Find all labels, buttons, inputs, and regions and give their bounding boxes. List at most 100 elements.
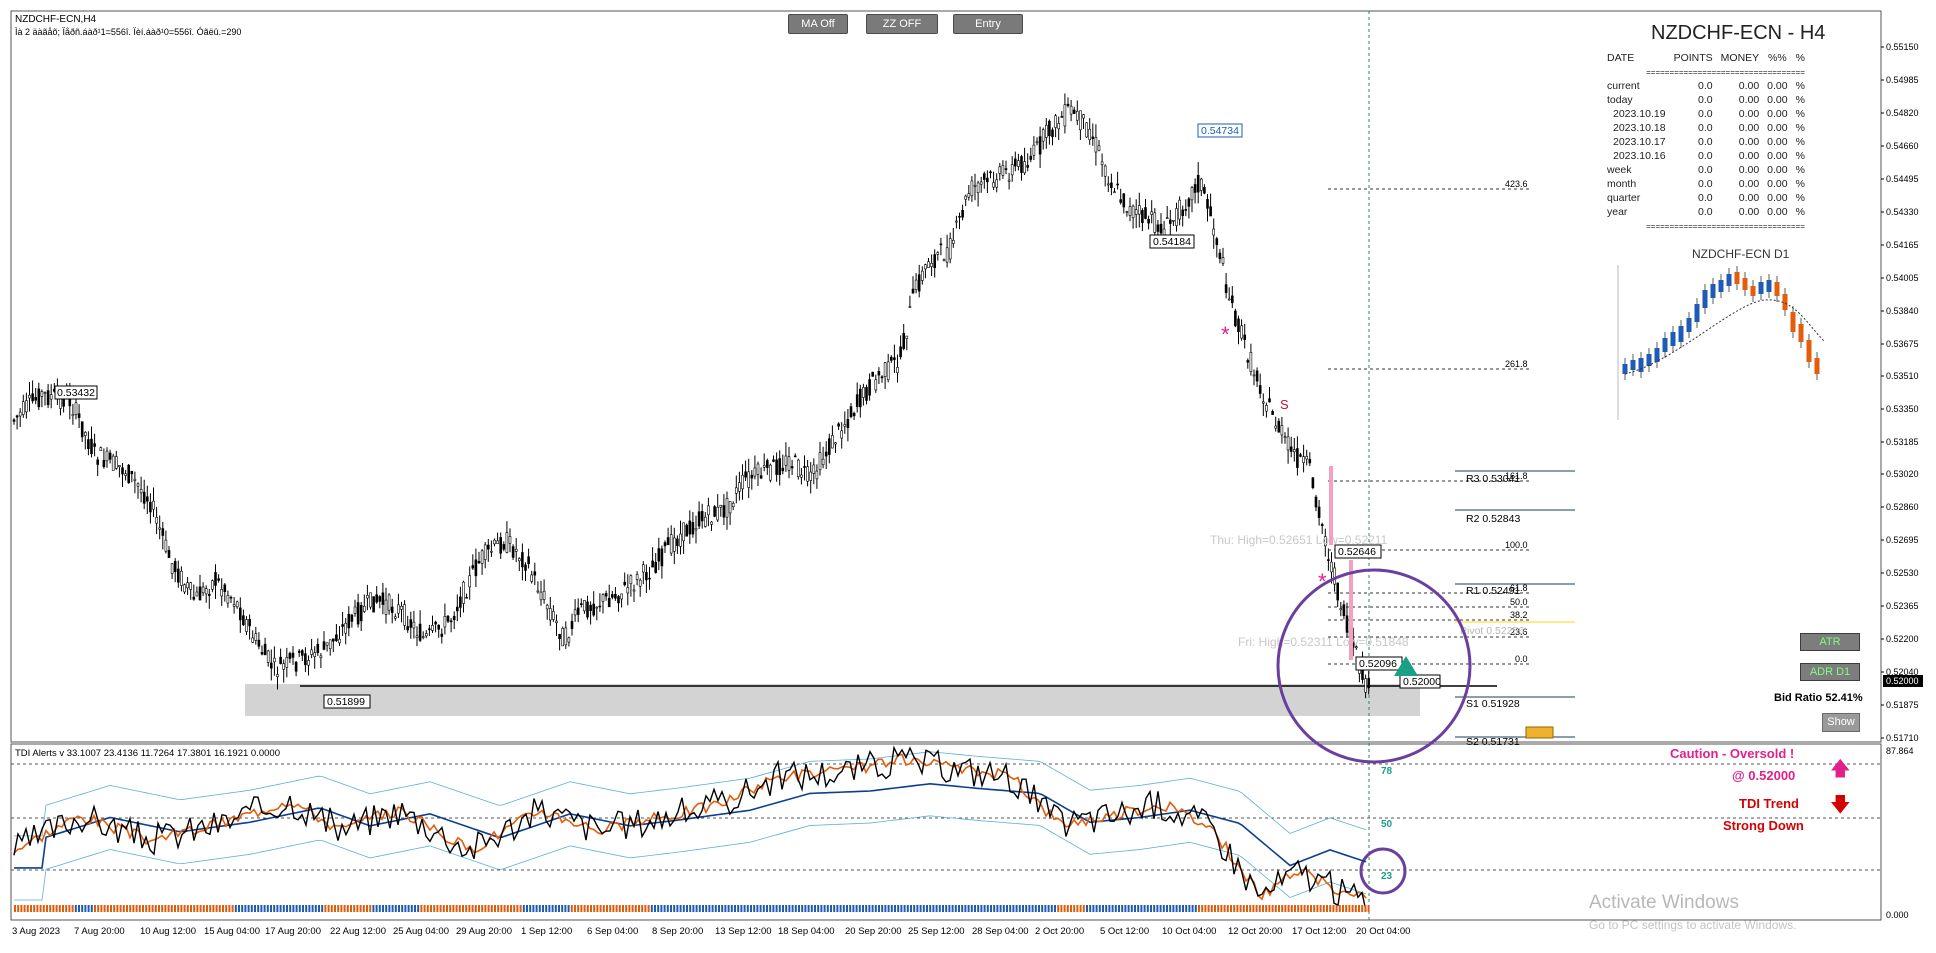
tdi-dot — [234, 905, 237, 912]
stats-cell-money: 0.00 — [1738, 192, 1760, 204]
candle-body — [775, 459, 778, 475]
tdi-dot — [388, 905, 391, 912]
candle-body — [948, 238, 952, 260]
adr-button[interactable]: ADR D1 — [1800, 663, 1860, 681]
tdi-dot — [1022, 905, 1024, 912]
mini-candle-body — [1702, 290, 1708, 308]
candle-body — [917, 274, 921, 292]
candle-body — [1178, 199, 1181, 220]
tdi-dot — [1166, 905, 1168, 912]
candle-body — [15, 415, 19, 418]
candle-body — [220, 589, 223, 597]
pivot-r1: R1 0.52491 — [1466, 585, 1520, 597]
tdi-dot — [951, 905, 954, 912]
tdi-dot — [682, 905, 685, 912]
candle-body — [539, 591, 543, 601]
candle-body — [1165, 217, 1169, 220]
tdi-dot — [862, 905, 864, 912]
tdi-dot — [209, 905, 212, 912]
candle-body — [756, 463, 760, 475]
candle-body — [1367, 678, 1370, 689]
tdi-dot — [1137, 905, 1140, 912]
tdi-dot — [1316, 905, 1319, 912]
candle-body — [815, 470, 819, 480]
candle-body — [341, 624, 344, 627]
tdi-dot — [436, 905, 439, 912]
stats-row: 2023.10.19 0.0 0.00 0.00% — [1603, 107, 1809, 121]
price-boxes: 0.54734 0.54184 0.53432 0.51899 0.52646 … — [54, 123, 1441, 709]
tdi-dot — [1098, 905, 1101, 912]
candle-body — [1020, 156, 1023, 173]
ma-toggle-button[interactable]: MA Off — [788, 14, 848, 34]
candle-body — [313, 652, 317, 657]
tdi-dot — [212, 905, 215, 912]
stats-row: month 0.0 0.00 0.00% — [1603, 177, 1809, 191]
candle-body — [1048, 120, 1051, 137]
candle-body — [1125, 211, 1129, 213]
stats-cell-sym: % — [1795, 206, 1805, 218]
candle-body — [555, 620, 558, 624]
candle-body — [778, 458, 782, 476]
tdi-dot — [1038, 905, 1040, 912]
tdi-dot — [500, 905, 503, 912]
tdi-dot — [558, 905, 560, 912]
tdi-dot — [785, 905, 788, 912]
candle-body — [455, 606, 459, 612]
show-button[interactable]: Show — [1822, 713, 1860, 732]
tdi-dot — [350, 905, 352, 912]
candle-body — [1293, 449, 1296, 453]
tdi-dot — [324, 905, 327, 912]
main-chart-frame — [10, 10, 1882, 743]
candle-body — [226, 595, 230, 604]
candle-body — [1280, 425, 1284, 436]
candle-body — [459, 596, 462, 608]
zz-toggle-button[interactable]: ZZ OFF — [866, 14, 938, 34]
candle-body — [707, 505, 710, 516]
atr-button[interactable]: ATR — [1800, 633, 1860, 651]
stats-cell-date: 2023.10.18 — [1613, 122, 1666, 134]
candle-body — [716, 506, 720, 521]
candle-body — [319, 655, 323, 659]
tdi-level-label: 23 — [1381, 871, 1393, 882]
tdi-dot — [1140, 905, 1143, 912]
candle-body — [1200, 178, 1203, 191]
candle-body — [1076, 111, 1079, 121]
tdi-dot — [538, 905, 541, 912]
candle-body — [542, 590, 546, 600]
candle-body — [852, 412, 856, 417]
stats-cell-points: 0.0 — [1698, 94, 1713, 106]
candle-body — [995, 179, 999, 188]
entry-button[interactable]: Entry — [953, 14, 1023, 34]
tdi-dot — [151, 905, 154, 912]
tdi-dot — [871, 905, 874, 912]
tdi-dot — [865, 905, 868, 912]
tdi-dot — [1358, 905, 1360, 912]
tdi-dot — [263, 905, 266, 912]
tdi-dot — [1050, 905, 1053, 912]
tdi-dot — [938, 905, 941, 912]
candle-body — [263, 643, 267, 656]
candle-body — [676, 538, 679, 546]
candle-body — [1221, 257, 1225, 264]
candle-body — [781, 467, 785, 472]
time-label: 17 Aug 20:00 — [265, 926, 321, 937]
candle-body — [1299, 454, 1302, 457]
tdi-dot — [842, 905, 845, 912]
candle-body — [254, 633, 258, 641]
time-label: 3 Aug 2023 — [12, 926, 60, 937]
col-pct: %% — [1768, 52, 1787, 64]
candle-body — [691, 522, 695, 535]
tdi-dot — [33, 905, 36, 912]
tdi-dot — [545, 905, 548, 912]
tdi-dot — [900, 905, 903, 912]
candle-body — [428, 628, 431, 631]
tdi-dot — [513, 905, 516, 912]
tdi-dot — [1070, 905, 1072, 912]
tdi-dot — [1265, 905, 1268, 912]
tdi-dot — [78, 905, 80, 912]
time-label: 25 Aug 04:00 — [393, 926, 449, 937]
tdi-dot — [1089, 905, 1092, 912]
candle-body — [486, 544, 490, 550]
tdi-dot — [71, 905, 74, 912]
candle-body — [1314, 496, 1318, 508]
